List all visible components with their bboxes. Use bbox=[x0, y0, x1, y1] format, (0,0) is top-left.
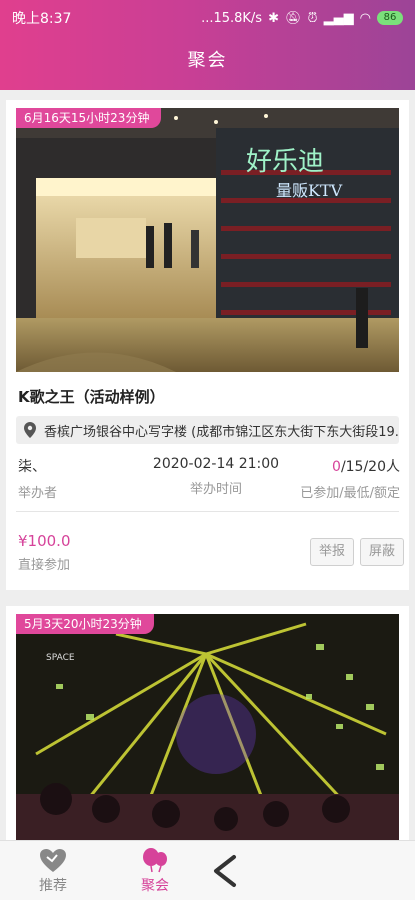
tab-label: 聚会 bbox=[141, 878, 169, 894]
back-arrow-icon[interactable] bbox=[206, 851, 246, 891]
tab-party[interactable]: 聚会 bbox=[120, 847, 190, 895]
capacity-label: 已参加/最低/额定 bbox=[300, 486, 400, 501]
battery-icon: 86 bbox=[377, 11, 403, 25]
ktv-sign-subtext: 量贩KTV bbox=[276, 181, 343, 200]
event-image[interactable]: 好乐迪 量贩KTV 6月16天15小时23分钟 bbox=[16, 108, 399, 372]
join-mode: 直接参加 bbox=[18, 558, 71, 573]
bottom-tab-bar: 推荐 聚会 bbox=[0, 840, 415, 900]
heart-icon bbox=[40, 849, 66, 872]
network-speed: ...15.8K/s bbox=[201, 10, 263, 26]
tab-recommend[interactable]: 推荐 bbox=[18, 847, 88, 895]
status-bar: 晚上8:37 ...15.8K/s ✱ 🔕︎ ⏰︎ ▂▄▆ ◠ 86 bbox=[0, 0, 415, 36]
club-party-image: SPACE bbox=[16, 614, 399, 840]
event-card[interactable]: SPACE 5月3天20小时23分钟 bbox=[6, 606, 409, 840]
address-text: 香槟广场银谷中心写字楼 (成都市锦江区东大街下东大街段19... bbox=[44, 424, 399, 440]
countdown-badge: 6月16天15小时23分钟 bbox=[16, 108, 162, 128]
countdown-badge: 5月3天20小时23分钟 bbox=[16, 614, 154, 634]
datetime-info: 2020-02-14 21:00 举办时间 bbox=[146, 456, 286, 497]
event-price: ¥100.0 bbox=[18, 532, 71, 550]
top-bar: 晚上8:37 ...15.8K/s ✱ 🔕︎ ⏰︎ ▂▄▆ ◠ 86 聚会 bbox=[0, 0, 415, 90]
signal-icon: ▂▄▆ bbox=[323, 10, 354, 26]
alarm-icon: ⏰︎ bbox=[307, 10, 318, 26]
divider bbox=[16, 511, 399, 512]
block-button[interactable]: 屏蔽 bbox=[360, 538, 404, 566]
wifi-icon: ◠ bbox=[359, 10, 371, 26]
organizer-label: 举办者 bbox=[18, 486, 58, 501]
event-title[interactable]: K歌之王（活动样例） bbox=[18, 386, 165, 407]
joined-count: 0 bbox=[332, 459, 341, 475]
ktv-storefront-image: 好乐迪 量贩KTV bbox=[16, 108, 399, 372]
event-card[interactable]: 好乐迪 量贩KTV 6月16天15小时23分钟 K歌之王（活动样例） 香槟广场银… bbox=[6, 100, 409, 590]
ktv-sign-text: 好乐迪 bbox=[246, 147, 324, 177]
organizer-name: 柒、 bbox=[18, 459, 46, 475]
capacity-numbers: /15/20人 bbox=[340, 459, 400, 475]
page-title: 聚会 bbox=[187, 50, 228, 71]
location-pin-icon bbox=[24, 422, 36, 438]
event-image[interactable]: SPACE 5月3天20小时23分钟 bbox=[16, 614, 399, 840]
status-time: 晚上8:37 bbox=[12, 11, 72, 27]
bluetooth-icon: ✱ bbox=[268, 10, 279, 26]
report-button[interactable]: 举报 bbox=[310, 538, 354, 566]
datetime-label: 举办时间 bbox=[189, 482, 242, 497]
mute-icon: 🔕︎ bbox=[285, 10, 302, 26]
venue-text: SPACE bbox=[46, 653, 75, 663]
event-address[interactable]: 香槟广场银谷中心写字楼 (成都市锦江区东大街下东大街段19... bbox=[16, 416, 399, 444]
event-list[interactable]: 好乐迪 量贩KTV 6月16天15小时23分钟 K歌之王（活动样例） 香槟广场银… bbox=[0, 90, 415, 840]
balloons-icon bbox=[143, 848, 167, 873]
tab-label: 推荐 bbox=[39, 878, 67, 894]
capacity-info: 0/15/20人 已参加/最低/额定 bbox=[288, 456, 400, 501]
event-datetime: 2020-02-14 21:00 bbox=[152, 456, 280, 472]
organizer-info: 柒、 举办者 bbox=[18, 456, 57, 501]
capacity-value: 0/15/20人 bbox=[288, 456, 400, 476]
status-icons: ...15.8K/s ✱ 🔕︎ ⏰︎ ▂▄▆ ◠ 86 bbox=[201, 11, 403, 26]
